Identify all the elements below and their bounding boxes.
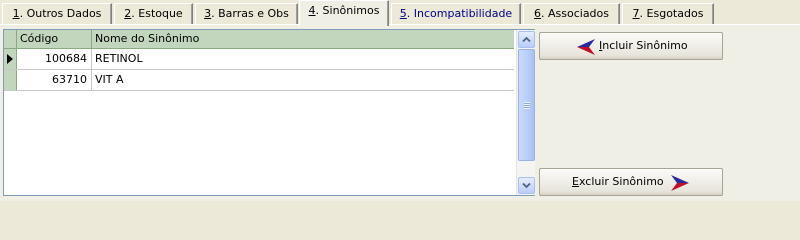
incluir-sinonimo-button[interactable]: Incluir Sinônimo bbox=[539, 32, 723, 60]
grip-icon bbox=[524, 102, 530, 109]
column-header-nome[interactable]: Nome do Sinônimo bbox=[92, 30, 514, 48]
tab-estoque[interactable]: 2. Estoque bbox=[114, 3, 193, 25]
excluir-sinonimo-button[interactable]: Excluir Sinônimo bbox=[539, 168, 723, 196]
tab-incompatibilidade[interactable]: 5. Incompatibilidade bbox=[391, 3, 521, 25]
scroll-thumb[interactable] bbox=[518, 49, 535, 161]
tab-baseline bbox=[0, 24, 800, 25]
tab-accel: 1 bbox=[12, 7, 20, 20]
tab-barras-e-obs[interactable]: 3. Barras e Obs bbox=[195, 3, 298, 25]
cell-codigo[interactable]: 100684 bbox=[17, 49, 92, 69]
arrow-right-icon bbox=[671, 175, 689, 191]
incluir-label: Incluir Sinônimo bbox=[599, 33, 688, 59]
tab-accel: 4 bbox=[308, 4, 316, 17]
column-header-codigo[interactable]: Código bbox=[17, 30, 92, 48]
chevron-up-icon bbox=[522, 36, 531, 43]
synonyms-grid[interactable]: Código Nome do Sinônimo 100684 RETINOL 6… bbox=[3, 29, 535, 196]
scroll-up-button[interactable] bbox=[518, 31, 535, 48]
row-indicator bbox=[4, 49, 17, 69]
table-row[interactable]: 63710 VIT A bbox=[4, 70, 514, 91]
arrow-left-icon bbox=[577, 39, 595, 55]
tab-esgotados[interactable]: 7. Esgotados bbox=[622, 3, 714, 25]
tab-label: . Incompatibilidade bbox=[406, 7, 513, 20]
button-label: xcluir Sinônimo bbox=[578, 175, 664, 188]
tab-accel: 7 bbox=[632, 7, 640, 20]
row-indicator bbox=[4, 70, 17, 90]
tab-label: . Outros Dados bbox=[19, 7, 102, 20]
current-row-arrow-icon bbox=[7, 54, 13, 64]
tab-label: . Esgotados bbox=[639, 7, 704, 20]
tab-associados[interactable]: 6. Associados bbox=[523, 3, 620, 25]
tab-sinonimos[interactable]: 4. Sinônimos bbox=[299, 0, 389, 26]
tab-outros-dados[interactable]: 1. Outros Dados bbox=[2, 3, 112, 25]
vertical-scrollbar[interactable] bbox=[516, 30, 535, 195]
scroll-down-button[interactable] bbox=[518, 177, 535, 194]
tab-accel: 5 bbox=[399, 7, 407, 20]
excluir-label: Excluir Sinônimo bbox=[572, 169, 664, 195]
header-indicator bbox=[4, 30, 17, 48]
cell-nome[interactable]: RETINOL bbox=[92, 49, 514, 69]
tab-strip: 1. Outros Dados 2. Estoque 3. Barras e O… bbox=[0, 0, 800, 26]
tab-label: . Sinônimos bbox=[315, 4, 380, 17]
tab-label: . Estoque bbox=[131, 7, 183, 20]
tab-label: . Barras e Obs bbox=[211, 7, 289, 20]
tab-accel: 6 bbox=[534, 7, 541, 20]
cell-nome[interactable]: VIT A bbox=[92, 70, 514, 90]
grid-header: Código Nome do Sinônimo bbox=[4, 30, 514, 49]
table-row[interactable]: 100684 RETINOL bbox=[4, 49, 514, 70]
cell-codigo[interactable]: 63710 bbox=[17, 70, 92, 90]
button-accel: E bbox=[572, 175, 579, 188]
button-label: ncluir Sinônimo bbox=[602, 39, 688, 52]
chevron-down-icon bbox=[522, 182, 531, 189]
tab-label: . Associados bbox=[541, 7, 609, 20]
